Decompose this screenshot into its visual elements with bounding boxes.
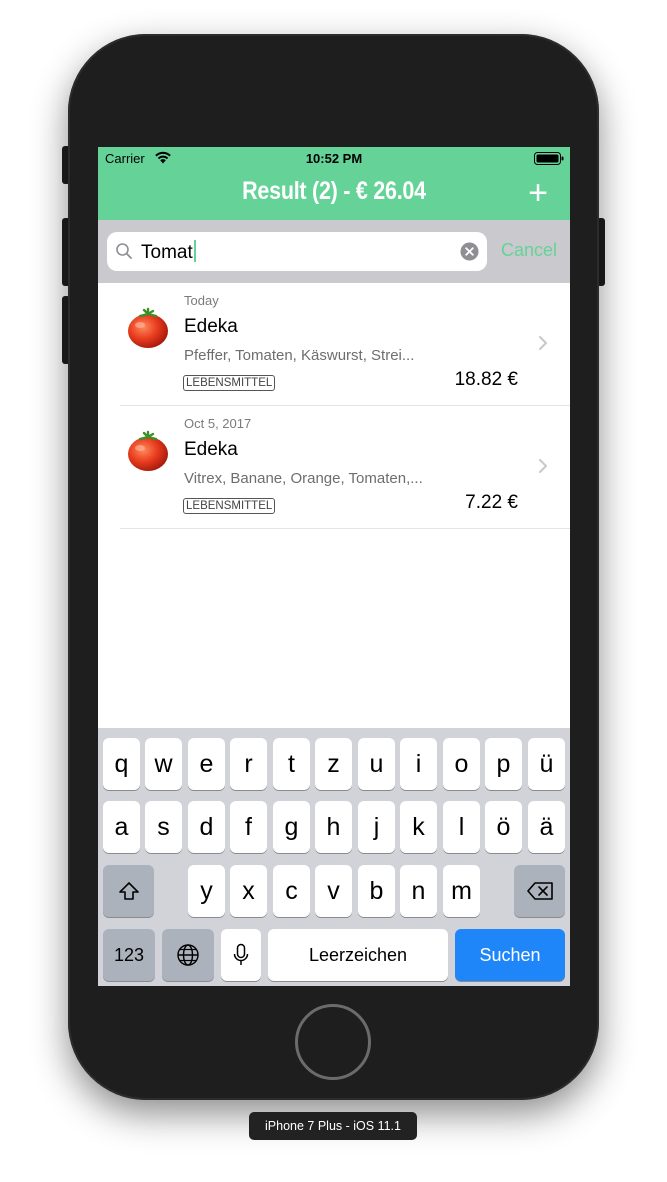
key-s[interactable]: s: [145, 801, 182, 853]
shift-key[interactable]: [103, 865, 154, 917]
tomato-icon: [128, 307, 168, 348]
item-summary: Vitrex, Banane, Orange, Tomaten,...: [184, 470, 423, 487]
key-j[interactable]: j: [358, 801, 395, 853]
key-c[interactable]: c: [273, 865, 310, 917]
key-w[interactable]: w: [145, 738, 182, 790]
backspace-icon: [526, 882, 553, 900]
key-a[interactable]: a: [103, 801, 140, 853]
key-e[interactable]: e: [188, 738, 225, 790]
key-m[interactable]: m: [443, 865, 480, 917]
receipt-date: Oct 5, 2017: [184, 416, 252, 431]
clear-search-icon[interactable]: [460, 242, 479, 261]
navigation-bar: Carrier 10:52 PM Result (2) - € 26.04 +: [98, 147, 570, 220]
key-ue[interactable]: ü: [528, 738, 565, 790]
dictation-key[interactable]: [221, 929, 261, 981]
home-button[interactable]: [295, 1004, 371, 1080]
receipt-amount: 18.82 €: [454, 369, 518, 390]
device-label: iPhone 7 Plus - iOS 11.1: [249, 1112, 417, 1140]
cancel-button[interactable]: Cancel: [501, 240, 557, 261]
microphone-icon: [233, 943, 249, 965]
add-button[interactable]: +: [522, 176, 554, 210]
list-item[interactable]: Today Edeka Pfeffer, Tomaten, Käswurst, …: [98, 283, 570, 406]
key-p[interactable]: p: [485, 738, 522, 790]
results-list: Today Edeka Pfeffer, Tomaten, Käswurst, …: [98, 283, 570, 529]
globe-key[interactable]: [162, 929, 214, 981]
status-bar: Carrier 10:52 PM: [98, 147, 570, 169]
key-t[interactable]: t: [273, 738, 310, 790]
key-d[interactable]: d: [188, 801, 225, 853]
key-l[interactable]: l: [443, 801, 480, 853]
key-ae[interactable]: ä: [528, 801, 565, 853]
key-n[interactable]: n: [400, 865, 437, 917]
keyboard: q w e r t z u i o p ü a s d f g h j k l …: [98, 728, 570, 986]
category-tag: LEBENSMITTEL: [183, 498, 276, 514]
globe-icon: [177, 944, 199, 966]
key-q[interactable]: q: [103, 738, 140, 790]
key-k[interactable]: k: [400, 801, 437, 853]
store-name: Edeka: [184, 316, 238, 337]
backspace-key[interactable]: [514, 865, 565, 917]
receipt-amount: 7.22 €: [465, 492, 518, 513]
key-h[interactable]: h: [315, 801, 352, 853]
category-tag: LEBENSMITTEL: [183, 375, 276, 391]
key-r[interactable]: r: [230, 738, 267, 790]
search-bar: Tomat Cancel: [98, 220, 570, 283]
text-cursor: [193, 240, 196, 262]
app-screen: Carrier 10:52 PM Result (2) - € 26.04 + …: [98, 147, 570, 986]
key-oe[interactable]: ö: [485, 801, 522, 853]
numbers-key[interactable]: 123: [103, 929, 155, 981]
chevron-right-icon: [539, 459, 547, 473]
key-i[interactable]: i: [400, 738, 437, 790]
search-input-value: Tomat: [141, 240, 196, 264]
key-o[interactable]: o: [443, 738, 480, 790]
list-item[interactable]: Oct 5, 2017 Edeka Vitrex, Banane, Orange…: [98, 406, 570, 529]
chevron-right-icon: [539, 336, 547, 350]
key-u[interactable]: u: [358, 738, 395, 790]
key-y[interactable]: y: [188, 865, 225, 917]
status-time: 10:52 PM: [305, 151, 363, 166]
page-title: Result (2) - € 26.04: [242, 177, 426, 205]
search-icon: [116, 243, 132, 259]
battery-icon: [534, 152, 564, 165]
key-x[interactable]: x: [230, 865, 267, 917]
space-key[interactable]: Leerzeichen: [268, 929, 448, 981]
key-b[interactable]: b: [358, 865, 395, 917]
row-divider: [120, 528, 570, 529]
key-g[interactable]: g: [273, 801, 310, 853]
search-key[interactable]: Suchen: [455, 929, 565, 981]
search-input[interactable]: Tomat: [107, 232, 487, 271]
receipt-date: Today: [184, 293, 219, 308]
shift-icon: [118, 882, 139, 900]
key-f[interactable]: f: [230, 801, 267, 853]
store-name: Edeka: [184, 439, 238, 460]
key-z[interactable]: z: [315, 738, 352, 790]
tomato-icon: [128, 430, 168, 471]
key-v[interactable]: v: [315, 865, 352, 917]
item-summary: Pfeffer, Tomaten, Käswurst, Strei...: [184, 347, 415, 364]
